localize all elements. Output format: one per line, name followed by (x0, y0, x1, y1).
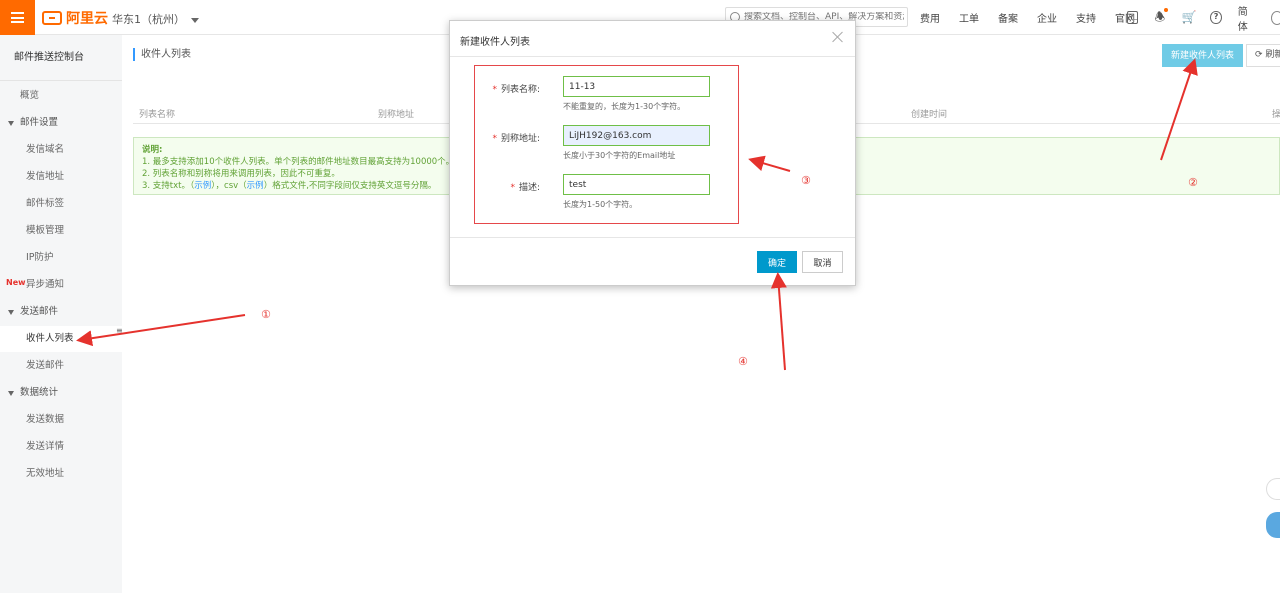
new-recipient-list-button[interactable]: 新建收件人列表 (1162, 44, 1243, 67)
sidebar-item-templates[interactable]: 模板管理 (0, 218, 122, 244)
avatar[interactable] (1270, 10, 1280, 25)
region-label: 华东1（杭州） (112, 13, 185, 26)
terminal-icon[interactable]: >_ (1127, 11, 1139, 24)
top-nav-links: 费用 工单 备案 企业 支持 官网 (920, 0, 1154, 35)
required-mark: * (510, 183, 515, 193)
nav-icp[interactable]: 备案 (998, 10, 1018, 25)
hamburger-icon (11, 12, 24, 23)
column-header-alias: 别称地址 (378, 110, 415, 120)
sidebar-group-stats[interactable]: 数据统计 (0, 380, 122, 406)
dialog-header: 新建收件人列表 (450, 21, 855, 57)
dialog-footer: 确定 取消 (450, 237, 855, 285)
sidebar-item-invalid-address[interactable]: 无效地址 (0, 461, 122, 487)
notification-dot (1164, 8, 1169, 12)
sidebar-item-send-mail[interactable]: 发送邮件 (0, 353, 122, 379)
refresh-label: 刷新 (1265, 50, 1280, 60)
sidebar-group-send-mail[interactable]: 发送邮件 (0, 299, 122, 325)
sidebar-item-label: 异步通知 (26, 279, 65, 290)
field-label: * 列表名称: (492, 82, 540, 95)
chat-float-button[interactable] (1266, 512, 1280, 538)
field-label-text: 列表名称: (500, 85, 540, 95)
sidebar-item-overview[interactable]: 概览 (0, 83, 122, 109)
field-label: * 别称地址: (492, 131, 540, 144)
example-link-txt[interactable]: 示例 (194, 181, 211, 191)
form-highlight-box: *列表名称: 不能重复的，长度为1-30个字符。 *别称地址: 长度小于30个字… (474, 65, 739, 224)
field-hint: 不能重复的，长度为1-30个字符。 (563, 102, 686, 111)
help-icon[interactable]: ? (1210, 11, 1222, 24)
step-label-2: ② (1188, 176, 1198, 189)
alias-address-input[interactable] (563, 125, 710, 146)
sidebar: 邮件推送控制台 概览 邮件设置 发信域名 发信地址 邮件标签 模板管理 IP防护… (0, 35, 124, 593)
nav-tickets[interactable]: 工单 (959, 10, 979, 25)
feedback-float-button[interactable] (1266, 478, 1280, 500)
sidebar-item-mail-tags[interactable]: 邮件标签 (0, 191, 122, 217)
caret-down-icon (191, 17, 199, 23)
sidebar-item-send-domain[interactable]: 发信域名 (0, 137, 122, 163)
sidebar-collapse-icon[interactable]: ≡ (116, 327, 124, 335)
sidebar-group-label: 发送邮件 (20, 306, 59, 317)
confirm-button[interactable]: 确定 (757, 251, 797, 273)
refresh-button[interactable]: ⟳ 刷新 (1246, 44, 1280, 67)
example-link-csv[interactable]: 示例 (247, 181, 264, 191)
field-hint: 长度为1-50个字符。 (563, 200, 638, 209)
sidebar-group-label: 邮件设置 (20, 117, 59, 128)
nav-support[interactable]: 支持 (1076, 10, 1096, 25)
caret-down-icon (8, 121, 14, 126)
aliyun-logo[interactable]: 阿里云 (42, 8, 108, 28)
bell-icon[interactable]: 🕭 (1154, 8, 1169, 24)
refresh-icon: ⟳ (1255, 50, 1263, 60)
field-label-text: 别称地址: (500, 134, 540, 144)
field-label: * 描述: (510, 180, 540, 193)
logo-text: 阿里云 (66, 11, 108, 27)
close-icon[interactable] (831, 30, 845, 44)
arrow-step-4 (770, 272, 787, 371)
required-mark: * (492, 85, 497, 95)
list-name-input[interactable] (563, 76, 710, 97)
cart-icon[interactable]: 🛒 (1181, 11, 1196, 24)
notice-text: ），csv（ (211, 181, 247, 191)
language-switch[interactable]: 简体 (1238, 3, 1255, 33)
dialog-title: 新建收件人列表 (460, 37, 530, 48)
page-title: 收件人列表 (133, 48, 191, 61)
nav-billing[interactable]: 费用 (920, 10, 940, 25)
nav-enterprise[interactable]: 企业 (1037, 10, 1057, 25)
description-input[interactable] (563, 174, 710, 195)
column-header-actions: 操 (1272, 110, 1280, 120)
caret-down-icon (8, 310, 14, 315)
sidebar-item-async-notify[interactable]: New 异步通知 (0, 272, 122, 298)
aliyun-logo-icon (42, 11, 62, 25)
step-label-1: ① (261, 308, 271, 321)
sidebar-title: 邮件推送控制台 (0, 35, 122, 81)
column-header-list-name: 列表名称 (139, 110, 176, 120)
sidebar-item-send-address[interactable]: 发信地址 (0, 164, 122, 190)
sidebar-item-recipient-list[interactable]: 收件人列表 (0, 326, 122, 352)
cancel-button[interactable]: 取消 (802, 251, 843, 273)
sidebar-item-send-details[interactable]: 发送详情 (0, 434, 122, 460)
region-selector[interactable]: 华东1（杭州） (112, 11, 199, 27)
required-mark: * (492, 134, 497, 144)
field-hint: 长度小于30个字符的Email地址 (563, 151, 676, 160)
notice-text: 3. 支持txt。（ (142, 181, 195, 191)
new-badge: New (6, 278, 26, 287)
sidebar-item-send-data[interactable]: 发送数据 (0, 407, 122, 433)
field-label-text: 描述: (518, 183, 540, 193)
sidebar-group-label: 数据统计 (20, 387, 59, 398)
sidebar-group-mail-settings[interactable]: 邮件设置 (0, 110, 122, 136)
step-label-3: ③ (801, 174, 811, 187)
column-header-created: 创建时间 (911, 110, 948, 120)
menu-button[interactable] (0, 0, 35, 35)
sidebar-item-ip-protection[interactable]: IP防护 (0, 245, 122, 271)
notice-text: ）格式文件,不同字段间仅支持英文逗号分隔。 (263, 181, 437, 191)
new-recipient-list-dialog: 新建收件人列表 *列表名称: 不能重复的，长度为1-30个字符。 *别称地址: … (449, 20, 856, 286)
step-label-4: ④ (738, 355, 748, 368)
top-icons: >_ 🕭 🛒 ? 简体 (1127, 0, 1280, 35)
caret-down-icon (8, 391, 14, 396)
